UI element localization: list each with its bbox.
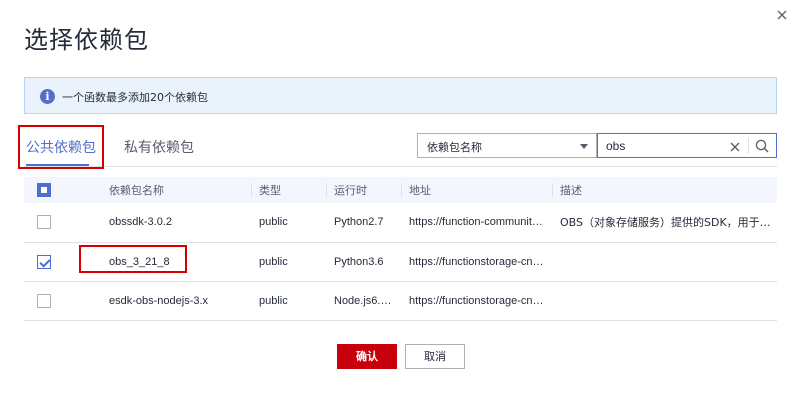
cancel-button[interactable]: 取消 (405, 344, 465, 369)
name-highlight-box (79, 245, 187, 273)
package-type: public (259, 255, 288, 268)
package-runtime: Node.js6.… (334, 294, 392, 307)
row-checkbox[interactable] (37, 215, 51, 230)
filter-field-select[interactable]: 依赖包名称 (417, 133, 597, 158)
search-icon[interactable] (755, 139, 769, 153)
table-row[interactable]: esdk-obs-nodejs-3.x public Node.js6.… ht… (24, 281, 777, 320)
column-header-type: 类型 (251, 177, 326, 203)
column-header-address: 地址 (401, 177, 552, 203)
package-runtime: Python3.6 (334, 255, 384, 268)
column-header-description: 描述 (552, 177, 777, 203)
package-address: https://functionstorage-cn… (409, 255, 544, 268)
select-all-checkbox[interactable] (37, 183, 51, 197)
row-checkbox[interactable] (37, 254, 51, 269)
table-row[interactable]: obssdk-3.0.2 public Python2.7 https://fu… (24, 203, 777, 242)
select-dependency-dialog: 选择依赖包 i 一个函数最多添加20个依赖包 公共依赖包 私有依赖包 依赖包名称… (0, 0, 801, 394)
package-name: obssdk-3.0.2 (109, 216, 172, 229)
package-description (552, 242, 777, 281)
row-checkbox[interactable] (37, 293, 51, 308)
package-runtime: Python2.7 (334, 216, 384, 229)
chevron-down-icon (580, 144, 588, 149)
package-address: https://function-communit… (409, 216, 543, 229)
package-description (552, 281, 777, 320)
tab-highlight-box (18, 125, 104, 169)
close-icon[interactable] (774, 7, 790, 23)
column-header-name: 依赖包名称 (109, 184, 164, 197)
tab-private-dependencies[interactable]: 私有依赖包 (124, 137, 194, 157)
search-input[interactable] (606, 137, 716, 155)
clear-icon[interactable] (729, 140, 741, 152)
package-name: esdk-obs-nodejs-3.x (109, 294, 209, 307)
package-address: https://functionstorage-cn… (409, 294, 544, 307)
package-type: public (259, 294, 288, 307)
table-header-row: 依赖包名称 类型 运行时 地址 描述 (24, 177, 777, 203)
package-type: public (259, 216, 288, 229)
search-box (597, 133, 777, 158)
search-divider (748, 138, 749, 154)
info-icon: i (40, 89, 55, 104)
column-header-runtime: 运行时 (326, 177, 401, 203)
dialog-title: 选择依赖包 (24, 26, 149, 54)
filter-field-value: 依赖包名称 (427, 141, 482, 154)
package-description: OBS（对象存储服务）提供的SDK，用于… (560, 216, 771, 230)
info-banner: i 一个函数最多添加20个依赖包 (24, 77, 777, 114)
confirm-button[interactable]: 确认 (337, 344, 397, 369)
info-text: 一个函数最多添加20个依赖包 (62, 91, 208, 104)
